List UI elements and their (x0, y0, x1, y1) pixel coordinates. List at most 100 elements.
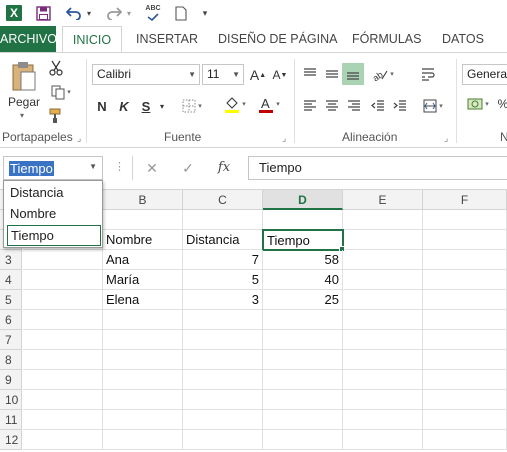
underline-button[interactable]: S (136, 95, 156, 117)
empty-cell[interactable] (343, 310, 423, 330)
paste-label[interactable]: Pegar (8, 95, 40, 109)
column-header-f[interactable]: F (423, 190, 507, 210)
empty-cell[interactable] (23, 310, 103, 330)
increase-indent-icon[interactable] (390, 95, 410, 117)
formula-input[interactable]: Tiempo (248, 156, 507, 180)
copy-icon[interactable]: ▾ (46, 81, 76, 103)
empty-cell[interactable] (423, 290, 507, 310)
row-header-12[interactable]: 12 (0, 430, 22, 450)
empty-cell[interactable] (343, 250, 423, 270)
merge-center-icon[interactable]: ▾ (418, 95, 448, 117)
empty-cell[interactable] (423, 310, 507, 330)
tab-insertar[interactable]: INSERTAR (130, 26, 204, 52)
empty-cell[interactable] (343, 290, 423, 310)
empty-cell[interactable] (343, 210, 423, 230)
empty-cell[interactable] (23, 370, 103, 390)
empty-cell[interactable] (263, 410, 343, 430)
align-top-icon[interactable] (300, 63, 320, 85)
empty-cell[interactable] (423, 370, 507, 390)
tab-formulas[interactable]: FÓRMULAS (346, 26, 427, 52)
tab-diseno-de-pagina[interactable]: DISEÑO DE PÁGINA (212, 26, 343, 52)
tab-archivo[interactable]: ARCHIVO (0, 26, 57, 52)
spelling-icon[interactable]: ABC (142, 2, 164, 24)
empty-cell[interactable] (23, 390, 103, 410)
font-size-combo[interactable]: 11 ▼ (202, 64, 244, 85)
cell-c3[interactable]: 7 (183, 250, 263, 270)
empty-cell[interactable] (423, 410, 507, 430)
empty-cell[interactable] (103, 210, 183, 230)
empty-cell[interactable] (343, 370, 423, 390)
empty-cell[interactable] (183, 430, 263, 450)
empty-cell[interactable] (23, 430, 103, 450)
row-header-6[interactable]: 6 (0, 310, 22, 330)
formula-bar-grip-icon[interactable]: ⋮ (114, 160, 125, 173)
empty-cell[interactable] (183, 210, 263, 230)
fill-color-icon[interactable]: ▾ (220, 93, 250, 115)
cancel-icon[interactable]: ✕ (140, 156, 164, 180)
empty-cell[interactable] (183, 310, 263, 330)
customize-qat-icon[interactable]: ▾ (198, 2, 212, 24)
cell-d2[interactable]: Tiempo (262, 229, 344, 251)
empty-cell[interactable] (343, 430, 423, 450)
empty-cell[interactable] (343, 230, 423, 250)
name-box-value[interactable]: Tiempo (9, 161, 54, 176)
orientation-icon[interactable]: ab ▾ (368, 63, 398, 85)
empty-cell[interactable] (23, 330, 103, 350)
empty-cell[interactable] (263, 430, 343, 450)
name-box[interactable]: Tiempo ▼ (3, 156, 103, 180)
row-header-11[interactable]: 11 (0, 410, 22, 430)
empty-cell[interactable] (423, 430, 507, 450)
align-bottom-icon[interactable] (342, 63, 364, 85)
cell-c2[interactable]: Distancia (183, 230, 263, 250)
empty-cell[interactable] (263, 370, 343, 390)
font-launcher-icon[interactable]: ⌟ (282, 133, 286, 144)
tab-datos[interactable]: DATOS (436, 26, 490, 52)
empty-cell[interactable] (263, 350, 343, 370)
empty-cell[interactable] (23, 350, 103, 370)
enter-icon[interactable]: ✓ (176, 156, 200, 180)
column-header-d[interactable]: D (263, 190, 343, 210)
empty-cell[interactable] (263, 390, 343, 410)
name-item-tiempo[interactable]: Tiempo (7, 225, 101, 246)
save-icon[interactable] (32, 2, 54, 24)
decrease-indent-icon[interactable] (368, 95, 388, 117)
empty-cell[interactable] (23, 290, 103, 310)
name-item-nombre[interactable]: Nombre (7, 204, 101, 225)
paste-icon[interactable] (6, 59, 42, 93)
cell-b5[interactable]: Elena (103, 290, 183, 310)
empty-cell[interactable] (23, 270, 103, 290)
cell-c5[interactable]: 3 (183, 290, 263, 310)
empty-cell[interactable] (103, 330, 183, 350)
cell-d5[interactable]: 25 (263, 290, 343, 310)
number-format-combo[interactable]: General (462, 64, 507, 85)
empty-cell[interactable] (103, 390, 183, 410)
cell-b3[interactable]: Ana (103, 250, 183, 270)
empty-cell[interactable] (423, 230, 507, 250)
empty-cell[interactable] (103, 430, 183, 450)
row-header-5[interactable]: 5 (0, 290, 22, 310)
column-header-b[interactable]: B (103, 190, 183, 210)
accounting-format-icon[interactable]: ▾ (462, 93, 494, 115)
empty-cell[interactable] (183, 350, 263, 370)
cell-b2[interactable]: Nombre (103, 230, 183, 250)
grow-font-button[interactable]: A ▲ (248, 64, 268, 86)
name-item-distancia[interactable]: Distancia (7, 183, 101, 204)
empty-cell[interactable] (23, 250, 103, 270)
undo-dropdown-icon[interactable]: ▾ (84, 2, 94, 24)
empty-cell[interactable] (423, 210, 507, 230)
empty-cell[interactable] (103, 350, 183, 370)
wrap-text-icon[interactable] (418, 63, 438, 85)
empty-cell[interactable] (343, 330, 423, 350)
empty-cell[interactable] (103, 410, 183, 430)
empty-cell[interactable] (263, 310, 343, 330)
empty-cell[interactable] (423, 270, 507, 290)
format-painter-icon[interactable] (46, 105, 66, 127)
cell-c4[interactable]: 5 (183, 270, 263, 290)
shrink-font-button[interactable]: A ▼ (270, 64, 290, 86)
underline-dropdown-icon[interactable]: ▾ (156, 95, 168, 117)
row-header-8[interactable]: 8 (0, 350, 22, 370)
italic-button[interactable]: K (114, 95, 134, 117)
empty-cell[interactable] (343, 270, 423, 290)
empty-cell[interactable] (23, 410, 103, 430)
align-left-icon[interactable] (300, 95, 320, 117)
